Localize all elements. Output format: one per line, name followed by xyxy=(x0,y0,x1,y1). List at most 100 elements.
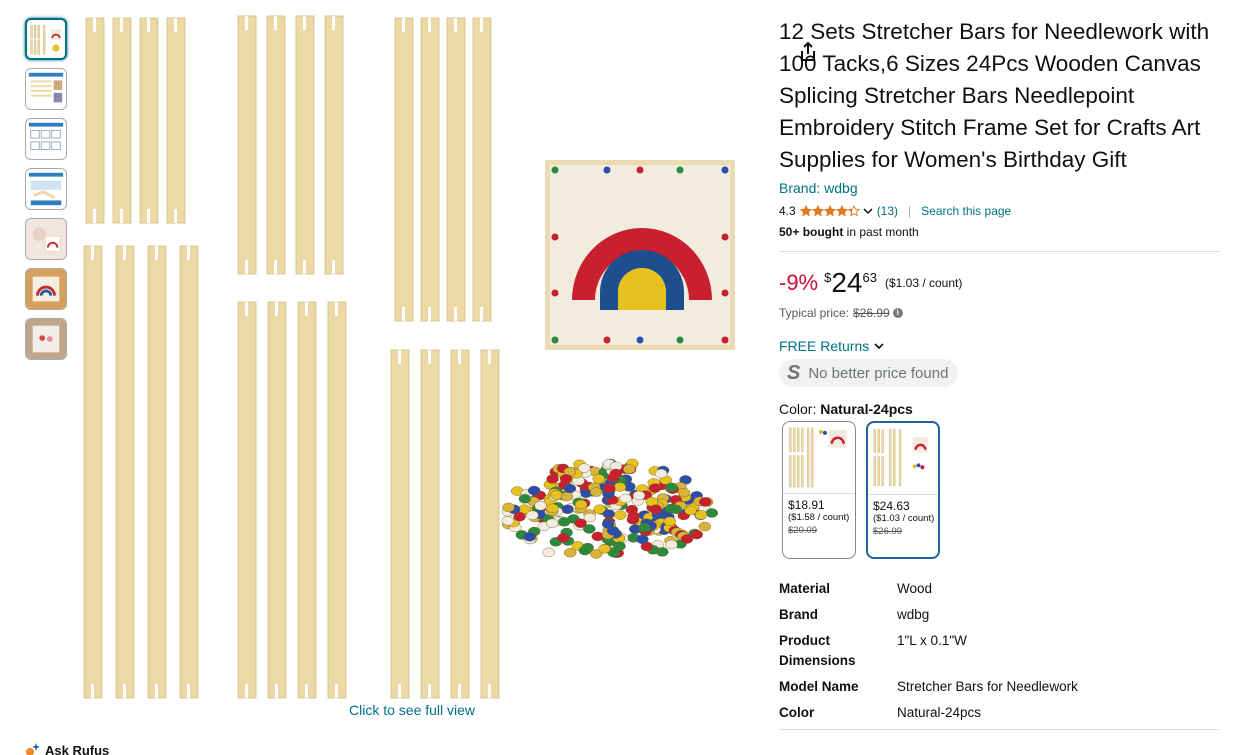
bar-notch xyxy=(402,18,405,32)
chevron-down-icon[interactable] xyxy=(862,205,874,217)
bar-notch xyxy=(398,350,401,364)
tack xyxy=(619,493,632,504)
swatch-image xyxy=(868,423,938,495)
main-product-image[interactable] xyxy=(78,10,815,705)
star-rating[interactable] xyxy=(799,205,860,217)
free-returns-link[interactable]: FREE Returns xyxy=(779,338,1219,354)
stretcher-bar xyxy=(115,245,135,699)
stretcher-bar xyxy=(237,301,257,699)
star-icon xyxy=(811,205,824,217)
tack xyxy=(592,474,605,484)
tack xyxy=(559,474,573,484)
thumbnail-4[interactable] xyxy=(25,168,67,210)
tack xyxy=(698,521,711,532)
spec-label: Brand xyxy=(779,607,819,622)
swatch-unit-price: ($1.03 / count) xyxy=(873,513,935,524)
thumbnail-5[interactable] xyxy=(25,218,67,260)
tack xyxy=(574,518,587,528)
brand-link[interactable]: Brand: wdbg xyxy=(779,180,1219,196)
price-whole: 24 xyxy=(831,267,863,298)
tack xyxy=(574,499,588,510)
thumbnail-7[interactable] xyxy=(25,318,67,360)
spec-row: Product Dimensions 1"L x 0.1"W xyxy=(779,631,1219,671)
bar-notch xyxy=(275,684,278,698)
color-selected-value: Natural-24pcs xyxy=(820,401,913,417)
bar-notch xyxy=(458,350,461,364)
price-per-unit: ($1.03 / count) xyxy=(884,276,963,290)
tack xyxy=(603,483,616,493)
bar-notch xyxy=(332,260,335,274)
thumbnail-1[interactable] xyxy=(25,18,67,60)
tack xyxy=(684,505,697,516)
spec-value: Stretcher Bars for Needlework xyxy=(897,679,1078,694)
full-view-link[interactable]: Click to see full view xyxy=(349,702,475,718)
tack xyxy=(598,544,611,554)
bar-notch xyxy=(428,18,431,32)
bar-notch xyxy=(147,209,150,223)
tack xyxy=(638,522,651,533)
stretcher-bar xyxy=(420,17,440,322)
tack xyxy=(560,491,574,502)
thumbnail-3[interactable] xyxy=(25,118,67,160)
sparkle-icon xyxy=(26,743,40,755)
rating-count-link[interactable]: (13) xyxy=(877,204,898,218)
stretcher-bar xyxy=(480,349,500,699)
spec-value: Wood xyxy=(897,581,933,596)
bar-notch xyxy=(123,684,126,698)
tack xyxy=(680,534,694,544)
bar-notch xyxy=(120,209,123,223)
bar-notch xyxy=(274,260,277,274)
tack xyxy=(558,517,571,527)
star-icon xyxy=(847,205,860,217)
tack xyxy=(542,547,555,558)
bar-notch xyxy=(174,18,177,32)
info-icon[interactable]: i xyxy=(892,308,903,318)
color-swatch-option-selected[interactable]: $24.63 ($1.03 / count) $26.99 xyxy=(866,421,940,559)
tack xyxy=(513,512,526,522)
bar-notch xyxy=(245,260,248,274)
bar-notch xyxy=(91,684,94,698)
swatch-image xyxy=(783,422,855,494)
bought-bold: 50+ bought xyxy=(779,225,844,239)
stretcher-bar xyxy=(394,17,414,322)
tack xyxy=(527,485,541,496)
product-info: 12 Sets Stretcher Bars for Needlework wi… xyxy=(779,16,1219,730)
tack xyxy=(636,534,649,544)
thumbnail-2[interactable] xyxy=(25,68,67,110)
thumbnail-6[interactable] xyxy=(25,268,67,310)
free-returns-label: FREE Returns xyxy=(779,338,870,354)
typical-price-label: Typical price: xyxy=(779,306,850,320)
bar-notch xyxy=(305,302,308,316)
stretcher-bar xyxy=(327,301,347,699)
bar-notch xyxy=(123,246,126,260)
swatch-old-price: $20.09 xyxy=(788,525,818,536)
stretcher-bar xyxy=(166,17,186,224)
tack xyxy=(546,503,559,514)
tack xyxy=(534,501,547,511)
tack xyxy=(623,464,636,474)
bar-notch xyxy=(187,684,190,698)
ask-rufus-button[interactable]: Ask Rufus xyxy=(25,742,109,755)
tack xyxy=(578,463,591,473)
discount-percent: -9% xyxy=(779,270,819,295)
stretcher-bar xyxy=(390,349,410,699)
color-swatches: $18.91 ($1.58 / count) $20.09 $24.63 ($1… xyxy=(782,421,1219,559)
bar-notch xyxy=(480,18,483,32)
tack xyxy=(705,508,718,518)
product-specs-table: Material Wood Brand wdbg Product Dimension… xyxy=(779,579,1219,730)
bar-notch xyxy=(155,684,158,698)
search-page-link[interactable]: Search this page xyxy=(921,204,1011,218)
tacks-pile-illustration xyxy=(501,458,718,559)
no-better-price-badge[interactable]: S No better price found xyxy=(779,359,959,387)
price-currency: $ xyxy=(824,270,832,285)
color-swatch-option[interactable]: $18.91 ($1.58 / count) $20.09 xyxy=(782,421,856,559)
product-title: 12 Sets Stretcher Bars for Needlework wi… xyxy=(779,19,1210,172)
bar-notch xyxy=(91,246,94,260)
spec-value: 1"L x 0.1"W xyxy=(897,633,967,648)
stretcher-bar xyxy=(179,245,199,699)
star-icon xyxy=(835,205,848,217)
stretcher-bar xyxy=(472,17,492,322)
spec-row: Material Wood xyxy=(779,579,1219,599)
bar-notch xyxy=(428,350,431,364)
divider xyxy=(779,251,1219,252)
